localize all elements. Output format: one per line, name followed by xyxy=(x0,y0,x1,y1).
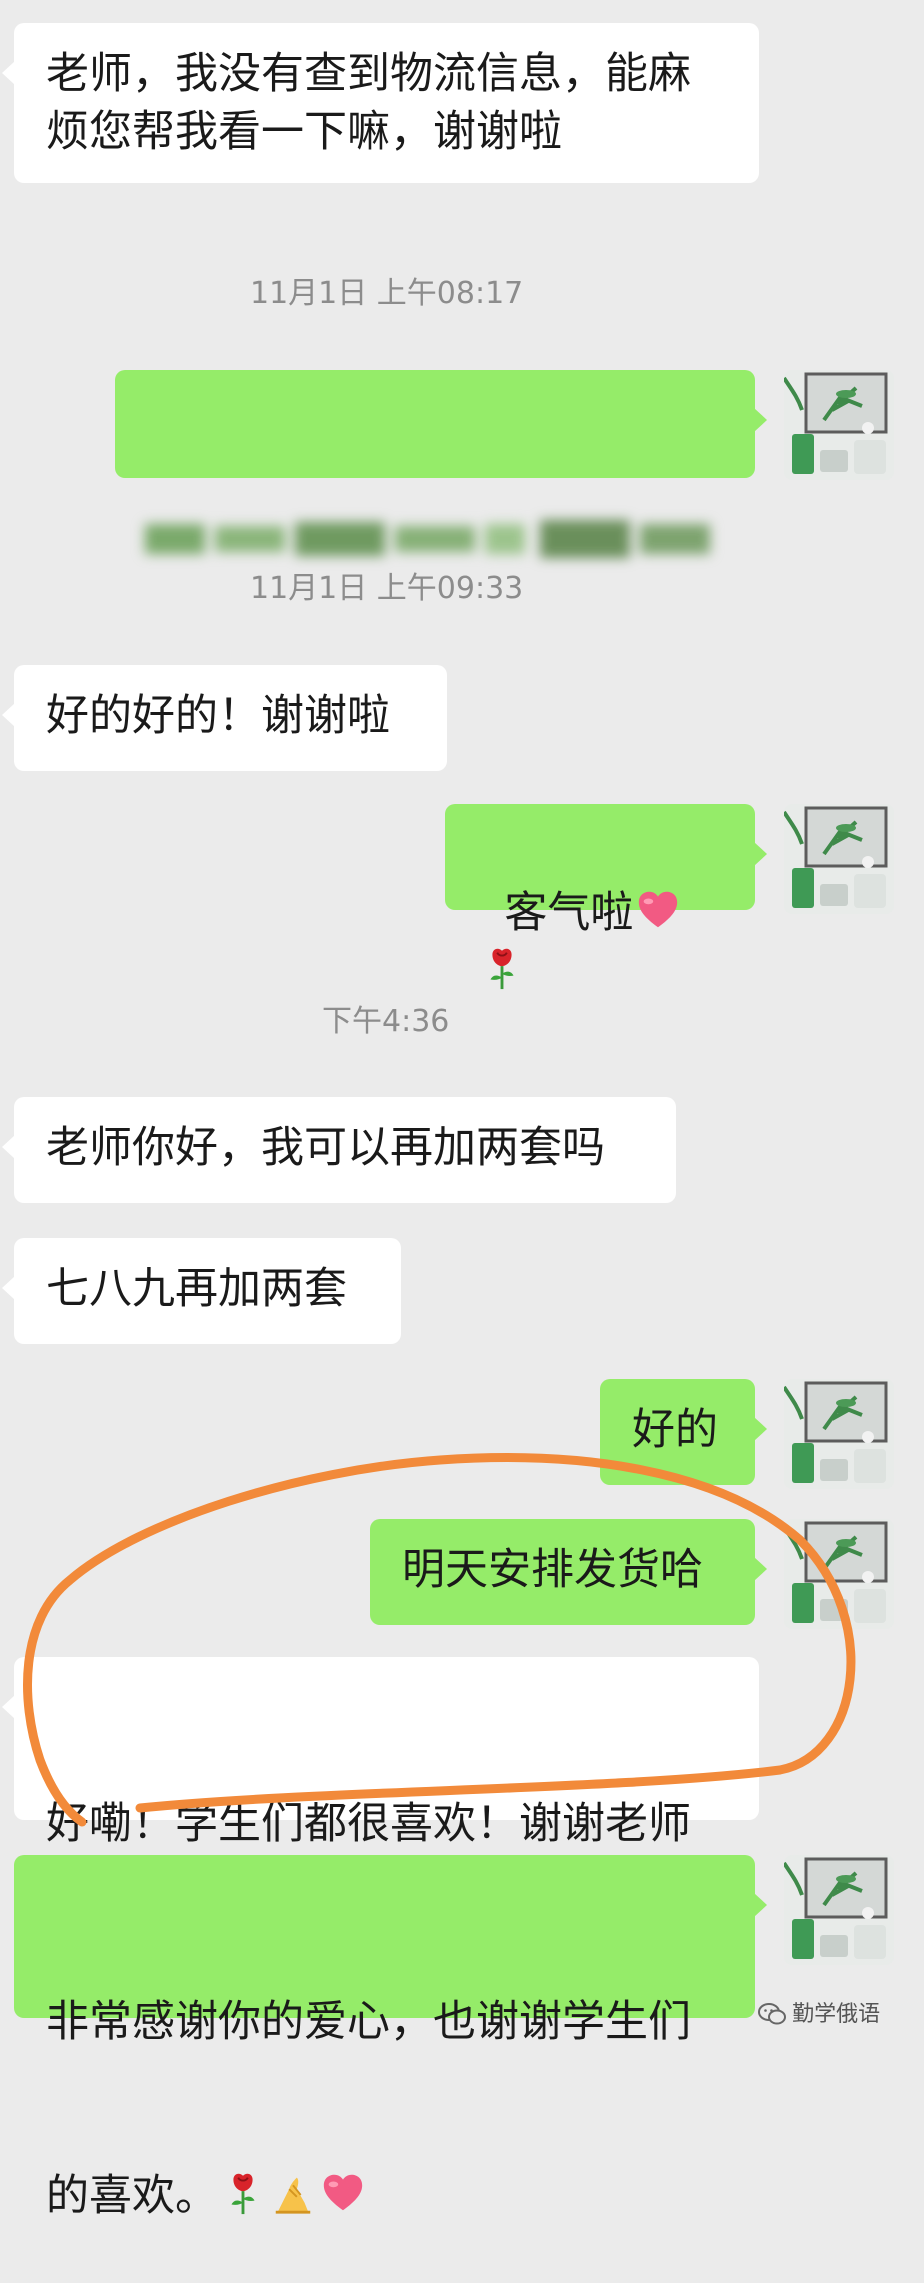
heart-emoji xyxy=(320,2170,366,2216)
outgoing-message-blurred[interactable] xyxy=(115,370,767,558)
avatar[interactable] xyxy=(784,1379,894,1489)
avatar[interactable] xyxy=(784,370,894,480)
message-line-2: 的喜欢。 xyxy=(46,2167,723,2225)
wechat-logo-icon xyxy=(758,2003,786,2025)
outgoing-message-7[interactable]: 好的 xyxy=(600,1379,767,1485)
avatar[interactable] xyxy=(784,1519,894,1629)
watermark: 勤学俄语 xyxy=(758,1996,880,2028)
rose-emoji xyxy=(220,2170,266,2216)
watermark-text: 勤学俄语 xyxy=(792,2001,881,2026)
timestamp-1: 11月1日 上午08:17 xyxy=(250,276,524,311)
avatar[interactable] xyxy=(784,804,894,914)
incoming-message-1[interactable]: 老师，我没有查到物流信息，能麻 烦您帮我看一下嘛，谢谢啦 xyxy=(2,23,759,183)
message-line-1: 非常感谢你的爱心，也谢谢学生们 xyxy=(46,1997,691,2047)
message-text: 客气啦 xyxy=(504,888,634,938)
timestamp-3: 下午4:36 xyxy=(322,1004,450,1039)
heart-emoji xyxy=(635,887,681,933)
incoming-message-5[interactable]: 老师你好，我可以再加两套吗 xyxy=(2,1097,676,1203)
incoming-message-3[interactable]: 好的好的！谢谢啦 xyxy=(2,665,447,771)
incoming-message-9[interactable]: 好嘞！学生们都很喜欢！谢谢老师 啦 xyxy=(2,1657,759,2023)
avatar[interactable] xyxy=(784,1855,894,1965)
timestamp-2: 11月1日 上午09:33 xyxy=(250,571,524,606)
outgoing-message-10[interactable]: 非常感谢你的爱心，也谢谢学生们 的喜欢。 xyxy=(14,1855,767,2221)
pray-hands-emoji xyxy=(270,2170,316,2216)
message-text: 的喜欢。 xyxy=(46,2171,218,2221)
message-line-1: 好嘞！学生们都很喜欢！谢谢老师 xyxy=(46,1799,691,1849)
rose-emoji xyxy=(479,945,525,991)
outgoing-message-4[interactable]: 客气啦 xyxy=(445,804,767,910)
incoming-message-6[interactable]: 七八九再加两套 xyxy=(2,1238,401,1344)
blurred-text xyxy=(145,398,715,558)
outgoing-message-8[interactable]: 明天安排发货哈 xyxy=(370,1519,767,1625)
